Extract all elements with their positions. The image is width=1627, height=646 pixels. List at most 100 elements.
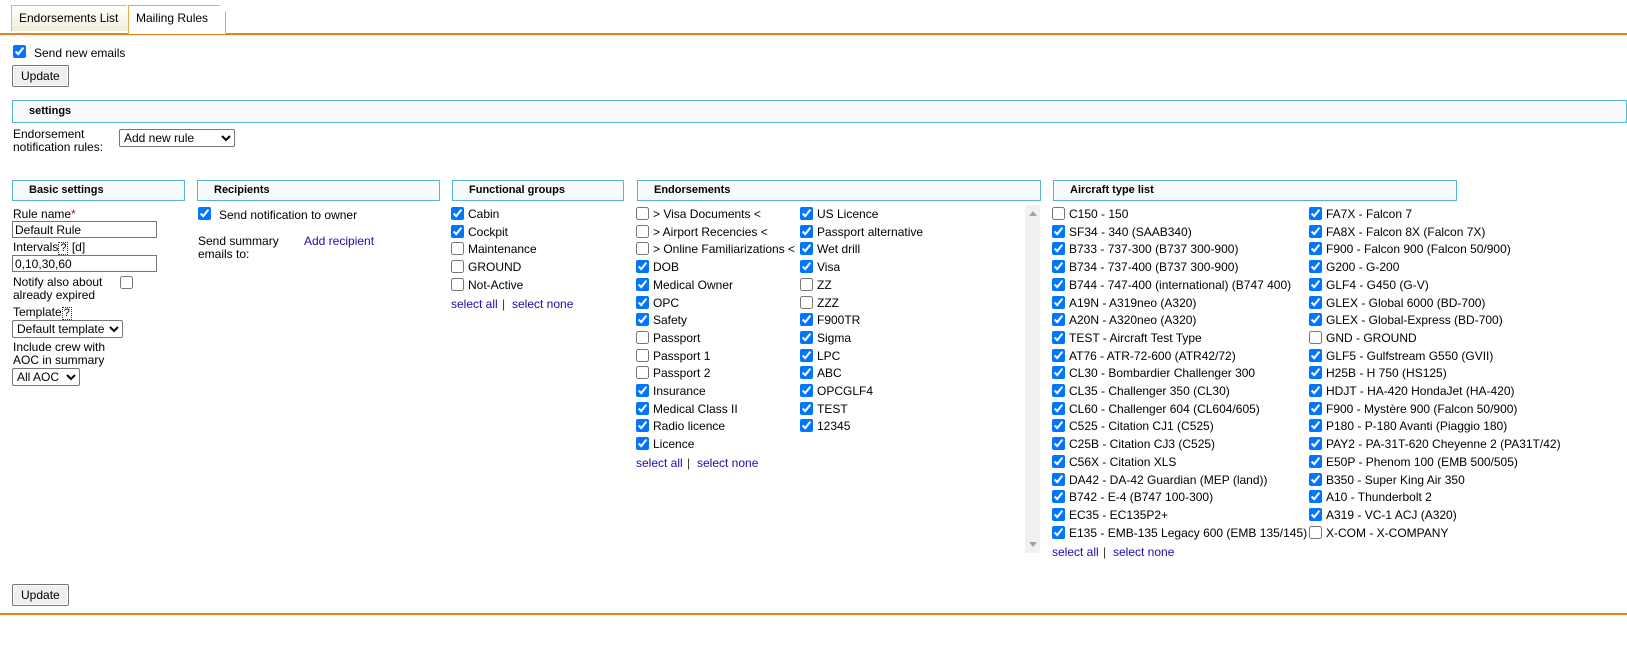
notify-owner-checkbox[interactable] [198,207,211,220]
item-checkbox[interactable] [1052,313,1065,327]
item-checkbox[interactable] [636,401,649,415]
item-checkbox[interactable] [1309,437,1322,451]
update-button-bottom[interactable]: Update [12,584,69,606]
endorsements-select-all-link[interactable]: select all [636,456,683,470]
item-checkbox[interactable] [636,330,649,344]
add-recipient-link[interactable]: Add recipient [304,234,374,248]
item-checkbox[interactable] [1309,419,1322,433]
item-checkbox[interactable] [800,330,813,344]
rule-name-input[interactable] [12,221,157,238]
item-checkbox[interactable] [1309,260,1322,274]
item-checkbox[interactable] [1052,472,1065,486]
item-checkbox[interactable] [1052,242,1065,256]
item-checkbox[interactable] [800,277,813,291]
item-checkbox[interactable] [1309,207,1322,220]
aircraft-select-all-link[interactable]: select all [1052,545,1099,559]
item-checkbox[interactable] [1052,454,1065,468]
item-label: CL60 - Challenger 604 (CL604/605) [1069,401,1260,416]
item-checkbox[interactable] [1309,224,1322,238]
item-checkbox[interactable] [1309,330,1322,344]
functional-select-none-link[interactable]: select none [512,297,573,311]
item-checkbox[interactable] [636,313,649,327]
item-checkbox[interactable] [1052,207,1065,220]
item-checkbox[interactable] [800,419,813,433]
item-checkbox[interactable] [1052,224,1065,238]
template-help-icon[interactable]: ? [61,307,72,320]
endorsements-select-none-link[interactable]: select none [697,456,758,470]
item-label: Not-Active [468,277,524,292]
item-checkbox[interactable] [1309,454,1322,468]
item-checkbox[interactable] [1052,437,1065,451]
item-checkbox[interactable] [1052,277,1065,291]
item-checkbox[interactable] [1309,277,1322,291]
item-checkbox[interactable] [1052,384,1065,397]
item-checkbox[interactable] [636,224,649,238]
item-checkbox[interactable] [1309,295,1322,309]
item-label: B742 - E-4 (B747 100-300) [1069,490,1214,505]
item-checkbox[interactable] [800,348,813,362]
notify-expired-checkbox[interactable] [120,276,133,289]
send-new-emails-checkbox[interactable] [13,45,26,58]
endorsements-scrollbar[interactable] [1025,205,1040,553]
item-checkbox[interactable] [800,313,813,327]
item-checkbox[interactable] [451,242,464,256]
intervals-input[interactable] [12,255,157,272]
tab-mailing-rules[interactable]: Mailing Rules [128,5,226,34]
item-checkbox[interactable] [1309,384,1322,397]
item-checkbox[interactable] [1052,295,1065,309]
item-checkbox[interactable] [1052,401,1065,415]
intervals-help-icon[interactable]: ? [58,242,69,255]
item-checkbox[interactable] [1052,507,1065,521]
item-checkbox[interactable] [1309,313,1322,327]
item-checkbox[interactable] [451,260,464,274]
item-checkbox[interactable] [800,401,813,415]
item-checkbox[interactable] [636,437,649,451]
item-checkbox[interactable] [800,366,813,380]
item-checkbox[interactable] [1309,348,1322,362]
aoc-select[interactable]: All AOC [12,368,80,386]
item-checkbox[interactable] [800,260,813,274]
item-checkbox[interactable] [1309,490,1322,504]
item-checkbox[interactable] [1052,260,1065,274]
item-checkbox[interactable] [636,242,649,256]
item-checkbox[interactable] [636,384,649,397]
update-button-top[interactable]: Update [12,65,69,87]
tab-endorsements-list[interactable]: Endorsements List [11,5,133,31]
item-checkbox[interactable] [1309,525,1322,539]
item-checkbox[interactable] [1052,419,1065,433]
item-label: AT76 - ATR-72-600 (ATR42/72) [1069,348,1236,363]
item-checkbox[interactable] [636,260,649,274]
scroll-up-icon[interactable] [1029,211,1037,216]
item-checkbox[interactable] [800,242,813,256]
item-checkbox[interactable] [451,224,464,238]
item-checkbox[interactable] [636,295,649,309]
item-checkbox[interactable] [800,224,813,238]
item-checkbox[interactable] [800,207,813,220]
item-checkbox[interactable] [451,277,464,291]
item-checkbox[interactable] [1309,401,1322,415]
item-checkbox[interactable] [1052,525,1065,539]
item-checkbox[interactable] [451,207,464,220]
item-checkbox[interactable] [636,348,649,362]
aircraft-select-none-link[interactable]: select none [1113,545,1174,559]
item-checkbox[interactable] [636,419,649,433]
item-checkbox[interactable] [1309,242,1322,256]
item-checkbox[interactable] [1309,507,1322,521]
item-checkbox[interactable] [800,295,813,309]
item-checkbox[interactable] [1052,490,1065,504]
template-select[interactable]: Default template [12,320,123,338]
notification-rules-select[interactable]: Add new rule [119,129,235,147]
item-label: E50P - Phenom 100 (EMB 500/505) [1326,454,1518,469]
item-checkbox[interactable] [636,277,649,291]
item-checkbox[interactable] [636,207,649,220]
item-checkbox[interactable] [1052,348,1065,362]
item-checkbox[interactable] [1052,366,1065,380]
item-checkbox[interactable] [800,384,813,397]
functional-select-all-link[interactable]: select all [451,297,498,311]
item-checkbox[interactable] [1309,366,1322,380]
item-checkbox[interactable] [636,366,649,380]
item-checkbox[interactable] [1309,472,1322,486]
item-label: GLEX - Global-Express (BD-700) [1326,313,1503,328]
scroll-down-icon[interactable] [1029,542,1037,547]
item-checkbox[interactable] [1052,330,1065,344]
